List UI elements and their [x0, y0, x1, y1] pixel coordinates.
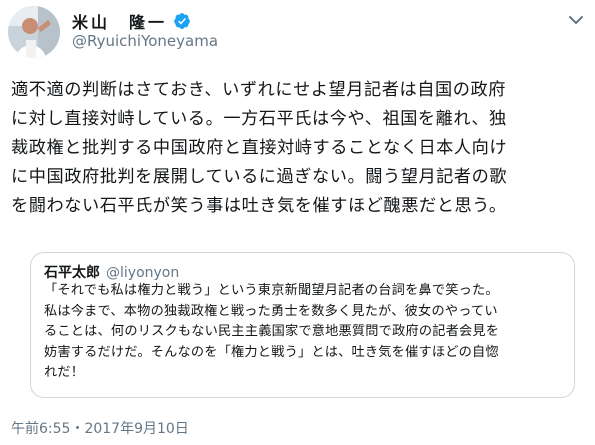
- author-name-row: 米山 隆一: [72, 10, 191, 32]
- avatar[interactable]: [8, 6, 60, 58]
- quoted-tweet[interactable]: 石平太郎 @liyonyon 「それでも私は権力と戦う」という東京新聞望月記者の台…: [30, 252, 575, 398]
- author-handle[interactable]: @RyuichiYoneyama: [72, 32, 218, 50]
- avatar-photo: [8, 6, 60, 58]
- verified-badge-icon: [173, 12, 191, 30]
- tweet-timestamp[interactable]: 午前6:55・2017年9月10日: [11, 418, 189, 438]
- quoted-author-row: 石平太郎 @liyonyon: [44, 262, 179, 282]
- quoted-tweet-text: 「それでも私は権力と戦う」という東京新聞望月記者の台詞を鼻で笑った。 私は今まで…: [44, 283, 500, 380]
- tweet-text: 適不適の判断はさておき、いずれにせよ望月記者は自国の政府 に対し直接対峙している…: [11, 80, 508, 216]
- chevron-down-icon[interactable]: [568, 12, 584, 28]
- tweet-card: 米山 隆一 @RyuichiYoneyama 適不適の判断はさておき、いずれにせ…: [0, 0, 595, 445]
- quoted-author-name: 石平太郎: [44, 265, 100, 281]
- author-display-name[interactable]: 米山 隆一: [72, 9, 167, 33]
- quoted-author-handle: @liyonyon: [106, 265, 180, 281]
